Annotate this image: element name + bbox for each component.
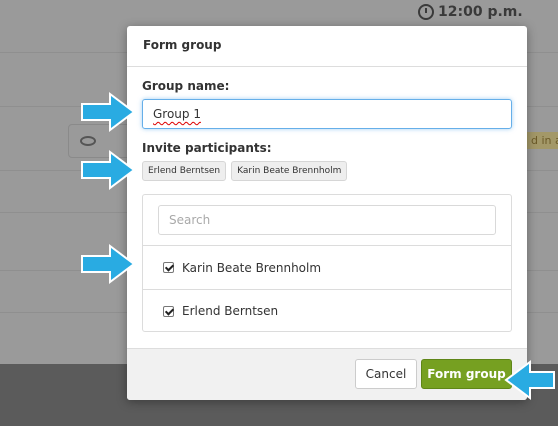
clock-icon — [418, 4, 434, 20]
participant-row[interactable]: Karin Beate Brennholm — [143, 246, 511, 289]
eye-icon — [80, 136, 96, 146]
search-placeholder: Search — [169, 213, 211, 227]
participant-name: Erlend Berntsen — [182, 304, 279, 318]
background-notice: d in as — [527, 132, 558, 149]
right-arrow-icon — [81, 244, 136, 284]
group-name-label: Group name: — [142, 79, 230, 93]
right-arrow-icon — [81, 92, 136, 132]
dialog-title: Form group — [143, 38, 222, 52]
search-input[interactable]: Search — [158, 205, 496, 235]
group-name-value: Group 1 — [153, 107, 201, 121]
participant-chip[interactable]: Karin Beate Brennholm — [231, 161, 348, 181]
invite-participants-label: Invite participants: — [142, 141, 272, 155]
left-arrow-icon — [504, 360, 555, 400]
participant-checkbox[interactable] — [163, 262, 174, 273]
participant-chip[interactable]: Erlend Berntsen — [142, 161, 227, 181]
participant-row[interactable]: Erlend Berntsen — [143, 289, 511, 332]
time-text: 12:00 p.m. — [438, 4, 523, 20]
form-group-dialog: Form group Group name: Group 1 Invite pa… — [127, 26, 527, 400]
background-time: 12:00 p.m. — [418, 4, 523, 20]
form-group-button[interactable]: Form group — [421, 359, 512, 389]
right-arrow-icon — [81, 150, 136, 190]
invited-chips: Erlend Berntsen Karin Beate Brennholm — [142, 161, 512, 181]
cancel-button[interactable]: Cancel — [355, 359, 417, 389]
dialog-header: Form group — [127, 26, 527, 67]
dialog-footer: Cancel Form group — [127, 348, 527, 400]
search-row: Search — [143, 195, 511, 246]
participant-name: Karin Beate Brennholm — [182, 260, 322, 275]
dialog-body: Group name: Group 1 Invite participants:… — [127, 67, 527, 332]
participant-checkbox[interactable] — [163, 305, 174, 317]
group-name-input[interactable]: Group 1 — [142, 99, 512, 129]
participant-list: Search Karin Beate Brennholm Erlend Bern… — [142, 194, 512, 332]
